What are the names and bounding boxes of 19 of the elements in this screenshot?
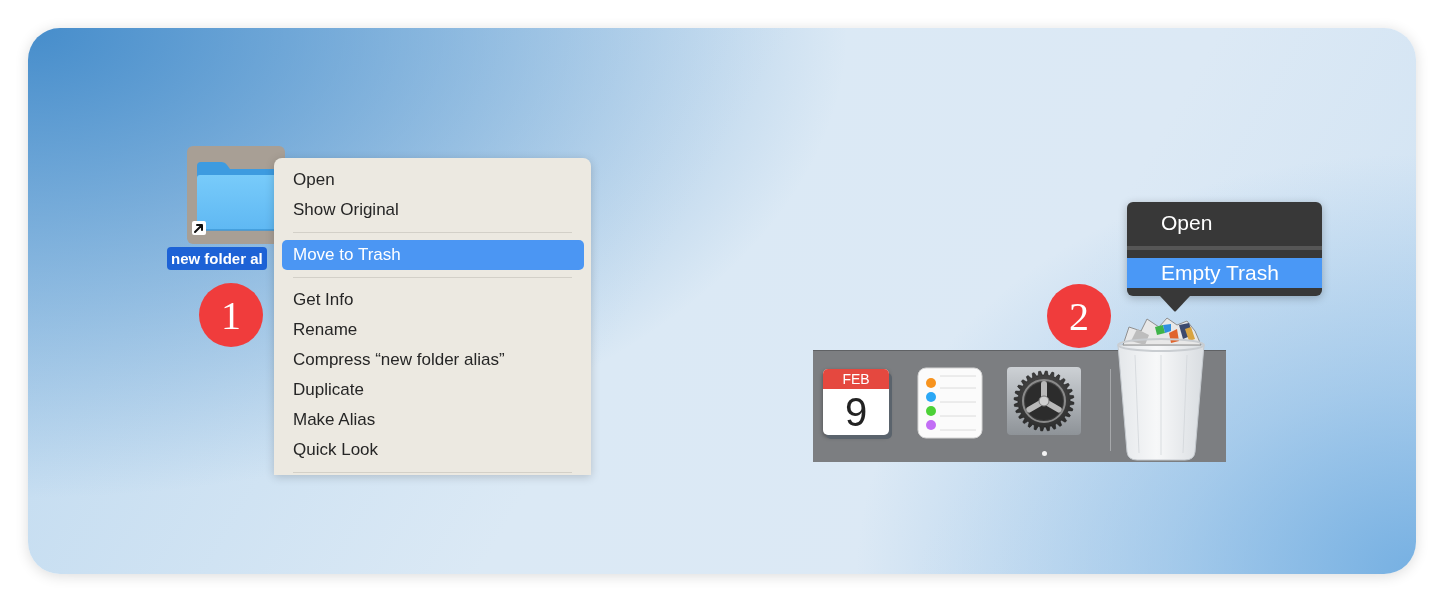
menu-item[interactable]: Duplicate [282,375,584,405]
calendar-day: 9 [823,389,889,435]
menu-item[interactable]: Show Original [282,195,584,225]
menu-item[interactable]: Quick Look [282,435,584,465]
reminders-list-icon[interactable] [916,367,984,439]
step-badge: 2 [1047,284,1111,348]
step-badge: 1 [199,283,263,347]
trash-can-icon[interactable] [1115,315,1207,461]
desktop-item-highlight[interactable] [187,146,285,244]
menu-item[interactable]: Compress “new folder alias” [282,345,584,375]
menu-item[interactable]: Rename [282,315,584,345]
menu-item[interactable]: Get Info [282,285,584,315]
file-name-label[interactable]: new folder al [167,247,267,270]
menu-item[interactable]: Make Alias [282,405,584,435]
menu-item[interactable]: Open [282,165,584,195]
menu-item[interactable]: Open [1127,208,1322,238]
gear-icon[interactable] [1007,367,1081,435]
calendar-month: FEB [823,369,889,389]
folder-icon [195,160,274,232]
